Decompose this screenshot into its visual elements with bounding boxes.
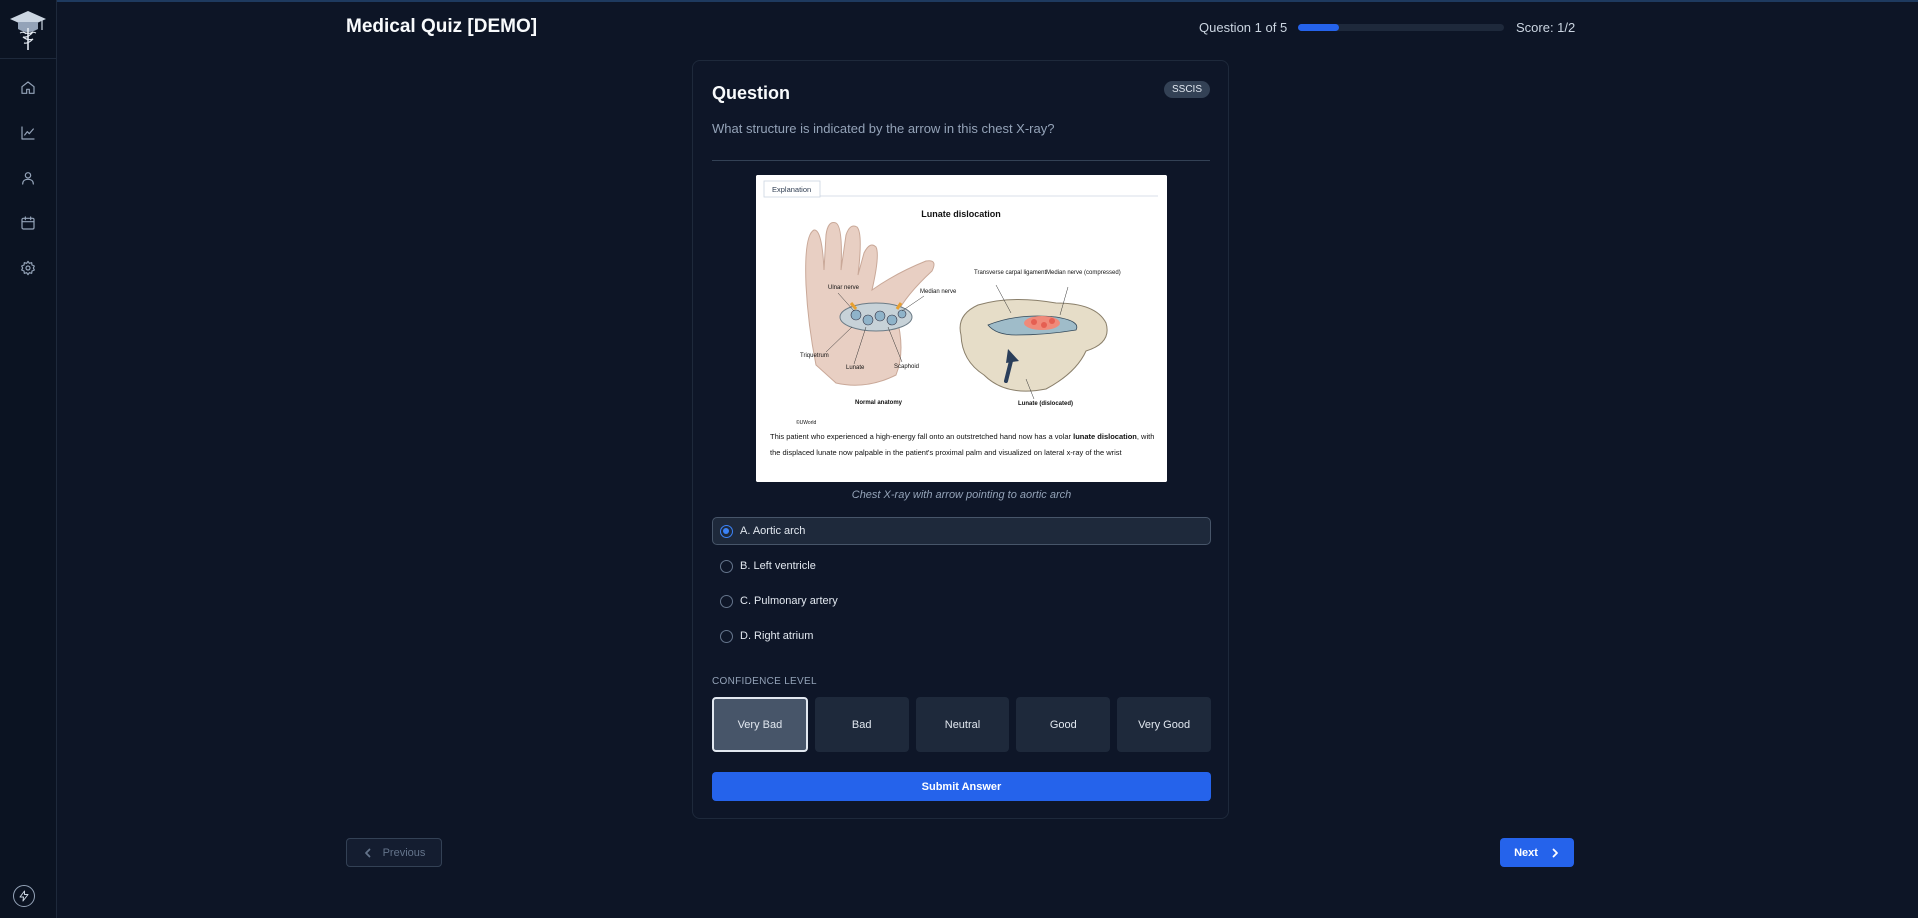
option-a[interactable]: A. Aortic arch: [712, 517, 1211, 545]
sidebar: [0, 0, 57, 918]
graduation-caduceus-logo[interactable]: [8, 8, 48, 52]
progress-text: Question 1 of 5: [1199, 20, 1288, 35]
answer-options: A. Aortic arch B. Left ventricle C. Pulm…: [712, 517, 1211, 657]
label-triquetrum: Triquetrum: [800, 353, 829, 359]
next-button[interactable]: Next: [1500, 838, 1574, 867]
confidence-very-good-button[interactable]: Very Good: [1117, 697, 1211, 752]
chart-icon[interactable]: [18, 123, 38, 143]
settings-icon[interactable]: [18, 258, 38, 278]
explanation-bold: lunate dislocation: [1073, 432, 1137, 441]
sidebar-divider: [0, 58, 57, 59]
label-median-nerve: Median nerve: [920, 289, 957, 295]
option-d[interactable]: D. Right atrium: [712, 622, 1211, 650]
next-label: Next: [1514, 846, 1538, 859]
explanation-text: This patient who experienced a high-ener…: [770, 432, 1074, 441]
progress-bar: [1298, 24, 1504, 31]
radio-icon[interactable]: [720, 524, 733, 538]
score-text: Score: 1/2: [1516, 20, 1576, 35]
option-label: C. Pulmonary artery: [740, 595, 838, 607]
question-image[interactable]: Explanation Lunate dislocation Ulnar ner…: [756, 175, 1167, 482]
card-divider: [712, 160, 1210, 161]
user-icon[interactable]: [18, 168, 38, 188]
label-ulnar-nerve: Ulnar nerve: [828, 285, 860, 291]
submit-answer-button[interactable]: Submit Answer: [712, 772, 1211, 801]
label-median-compressed: Median nerve (compressed): [1046, 270, 1121, 276]
figure-title: Lunate dislocation: [921, 209, 1001, 219]
option-b[interactable]: B. Left ventricle: [712, 552, 1211, 580]
confidence-very-bad-button[interactable]: Very Bad: [712, 697, 808, 752]
question-card: Question SSCIS What structure is indicat…: [692, 60, 1229, 819]
category-badge: SSCIS: [1163, 81, 1210, 98]
option-label: A. Aortic arch: [740, 525, 806, 537]
question-heading: Question: [712, 83, 791, 103]
option-c[interactable]: C. Pulmonary artery: [712, 587, 1211, 615]
previous-button[interactable]: Previous: [346, 838, 442, 867]
chevron-right-icon: [1552, 848, 1558, 857]
label-lunate-dislocated: Lunate (dislocated): [1018, 401, 1073, 407]
label-lunate: Lunate: [846, 365, 865, 371]
confidence-selector: Very Bad Bad Neutral Good Very Good: [712, 697, 1211, 752]
calendar-icon[interactable]: [18, 213, 38, 233]
home-icon[interactable]: [18, 78, 38, 98]
progress-bar-fill: [1298, 24, 1340, 31]
label-copyright: ©UWorld: [796, 419, 816, 426]
label-scaphoid: Scaphoid: [894, 364, 919, 370]
radio-icon[interactable]: [720, 559, 733, 573]
page-title: Medical Quiz [DEMO]: [346, 16, 538, 37]
figure-explanation: This patient who experienced a high-ener…: [770, 429, 1156, 461]
confidence-good-button[interactable]: Good: [1016, 697, 1111, 752]
image-caption: Chest X-ray with arrow pointing to aorti…: [851, 489, 1072, 501]
previous-label: Previous: [382, 846, 426, 859]
figure-tab: Explanation: [772, 185, 811, 194]
radio-icon[interactable]: [720, 629, 733, 643]
top-rule: [0, 0, 1918, 2]
confidence-neutral-button[interactable]: Neutral: [915, 697, 1010, 752]
radio-icon[interactable]: [720, 594, 733, 608]
confidence-bad-button[interactable]: Bad: [814, 697, 909, 752]
question-text: What structure is indicated by the arrow…: [712, 121, 1055, 136]
chevron-left-icon: [364, 848, 370, 857]
label-normal-anatomy: Normal anatomy: [855, 400, 903, 406]
option-label: D. Right atrium: [740, 630, 814, 642]
bolt-icon[interactable]: [13, 885, 35, 907]
label-transverse-ligament: Transverse carpal ligament: [974, 270, 1046, 276]
option-label: B. Left ventricle: [740, 560, 816, 572]
confidence-label: CONFIDENCE LEVEL: [712, 676, 817, 687]
